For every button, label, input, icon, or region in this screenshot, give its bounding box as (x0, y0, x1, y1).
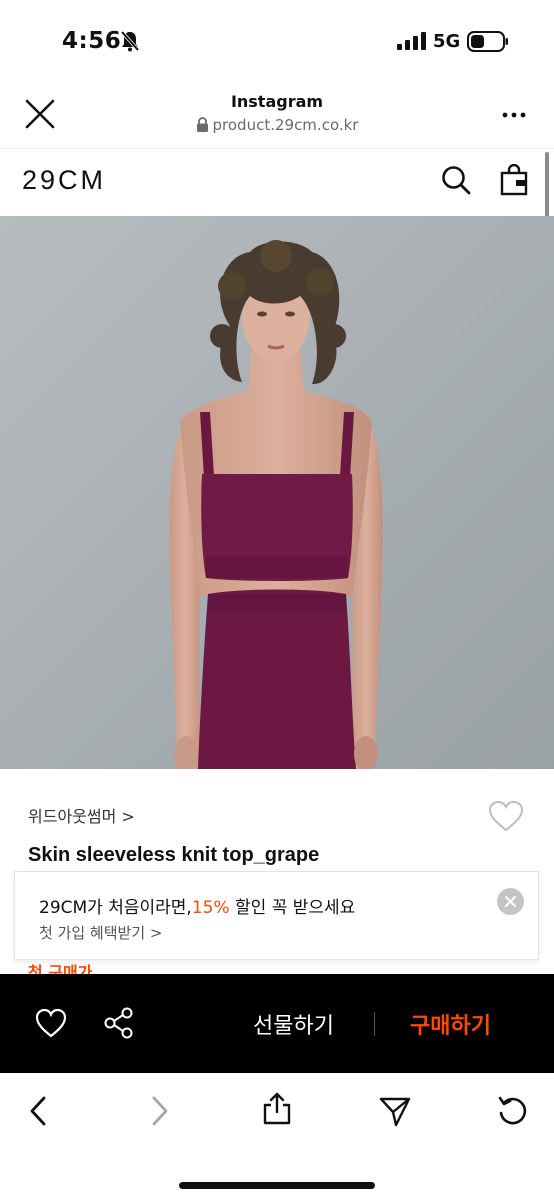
close-icon (505, 896, 516, 907)
browser-toolbar (0, 1073, 554, 1200)
bell-slash-icon (120, 30, 140, 52)
browser-url-text: product.29cm.co.kr (212, 116, 359, 134)
promo-signup-link[interactable]: 첫 가입 혜택받기 > (39, 922, 162, 943)
site-header: 29CM (0, 148, 554, 216)
site-logo[interactable]: 29CM (22, 165, 106, 196)
more-icon[interactable] (502, 112, 526, 118)
promo-text-after: 할인 꼭 받으세요 (229, 898, 356, 918)
send-icon[interactable] (378, 1094, 412, 1128)
product-photo-illustration (0, 216, 554, 769)
browser-header: Instagram product.29cm.co.kr (0, 84, 554, 148)
gift-button[interactable]: 선물하기 (253, 1008, 334, 1040)
promo-discount: 15% (191, 898, 230, 918)
lock-icon (196, 117, 208, 132)
network-label: 5G (433, 31, 461, 52)
share-icon[interactable] (103, 1007, 135, 1039)
heart-icon[interactable] (35, 1008, 67, 1038)
promo-text-before: 29CM가 처음이라면, (39, 898, 192, 918)
share-out-icon[interactable] (260, 1091, 294, 1125)
brand-link[interactable]: 위드아웃썸머 > (28, 803, 135, 827)
signal-icon (397, 32, 426, 50)
buy-button[interactable]: 구매하기 (410, 1008, 491, 1040)
browser-url[interactable]: product.29cm.co.kr (0, 116, 554, 134)
purchase-action-bar: 선물하기 구매하기 (0, 974, 554, 1073)
shopping-bag-icon[interactable] (500, 164, 528, 196)
product-title: Skin sleeveless knit top_grape (28, 844, 320, 866)
action-divider (374, 1012, 375, 1036)
status-time: 4:56 (62, 28, 122, 54)
promo-close-button[interactable] (497, 888, 524, 915)
status-bar: 4:56 5G (0, 0, 554, 84)
battery-icon (467, 31, 508, 52)
signup-promo-banner[interactable]: 29CM가 처음이라면,15% 할인 꼭 받으세요 첫 가입 혜택받기 > (14, 871, 539, 960)
home-indicator[interactable] (179, 1182, 375, 1189)
reload-icon[interactable] (496, 1094, 530, 1128)
promo-message: 29CM가 처음이라면,15% 할인 꼭 받으세요 (39, 893, 355, 918)
browser-title: Instagram (230, 92, 324, 111)
back-arrow-icon[interactable] (22, 1094, 56, 1128)
heart-outline-icon[interactable] (488, 800, 524, 832)
product-image (0, 216, 554, 769)
first-purchase-label: 첫 구매가 (28, 963, 93, 975)
search-icon[interactable] (441, 165, 471, 195)
forward-arrow-icon[interactable] (142, 1094, 176, 1128)
